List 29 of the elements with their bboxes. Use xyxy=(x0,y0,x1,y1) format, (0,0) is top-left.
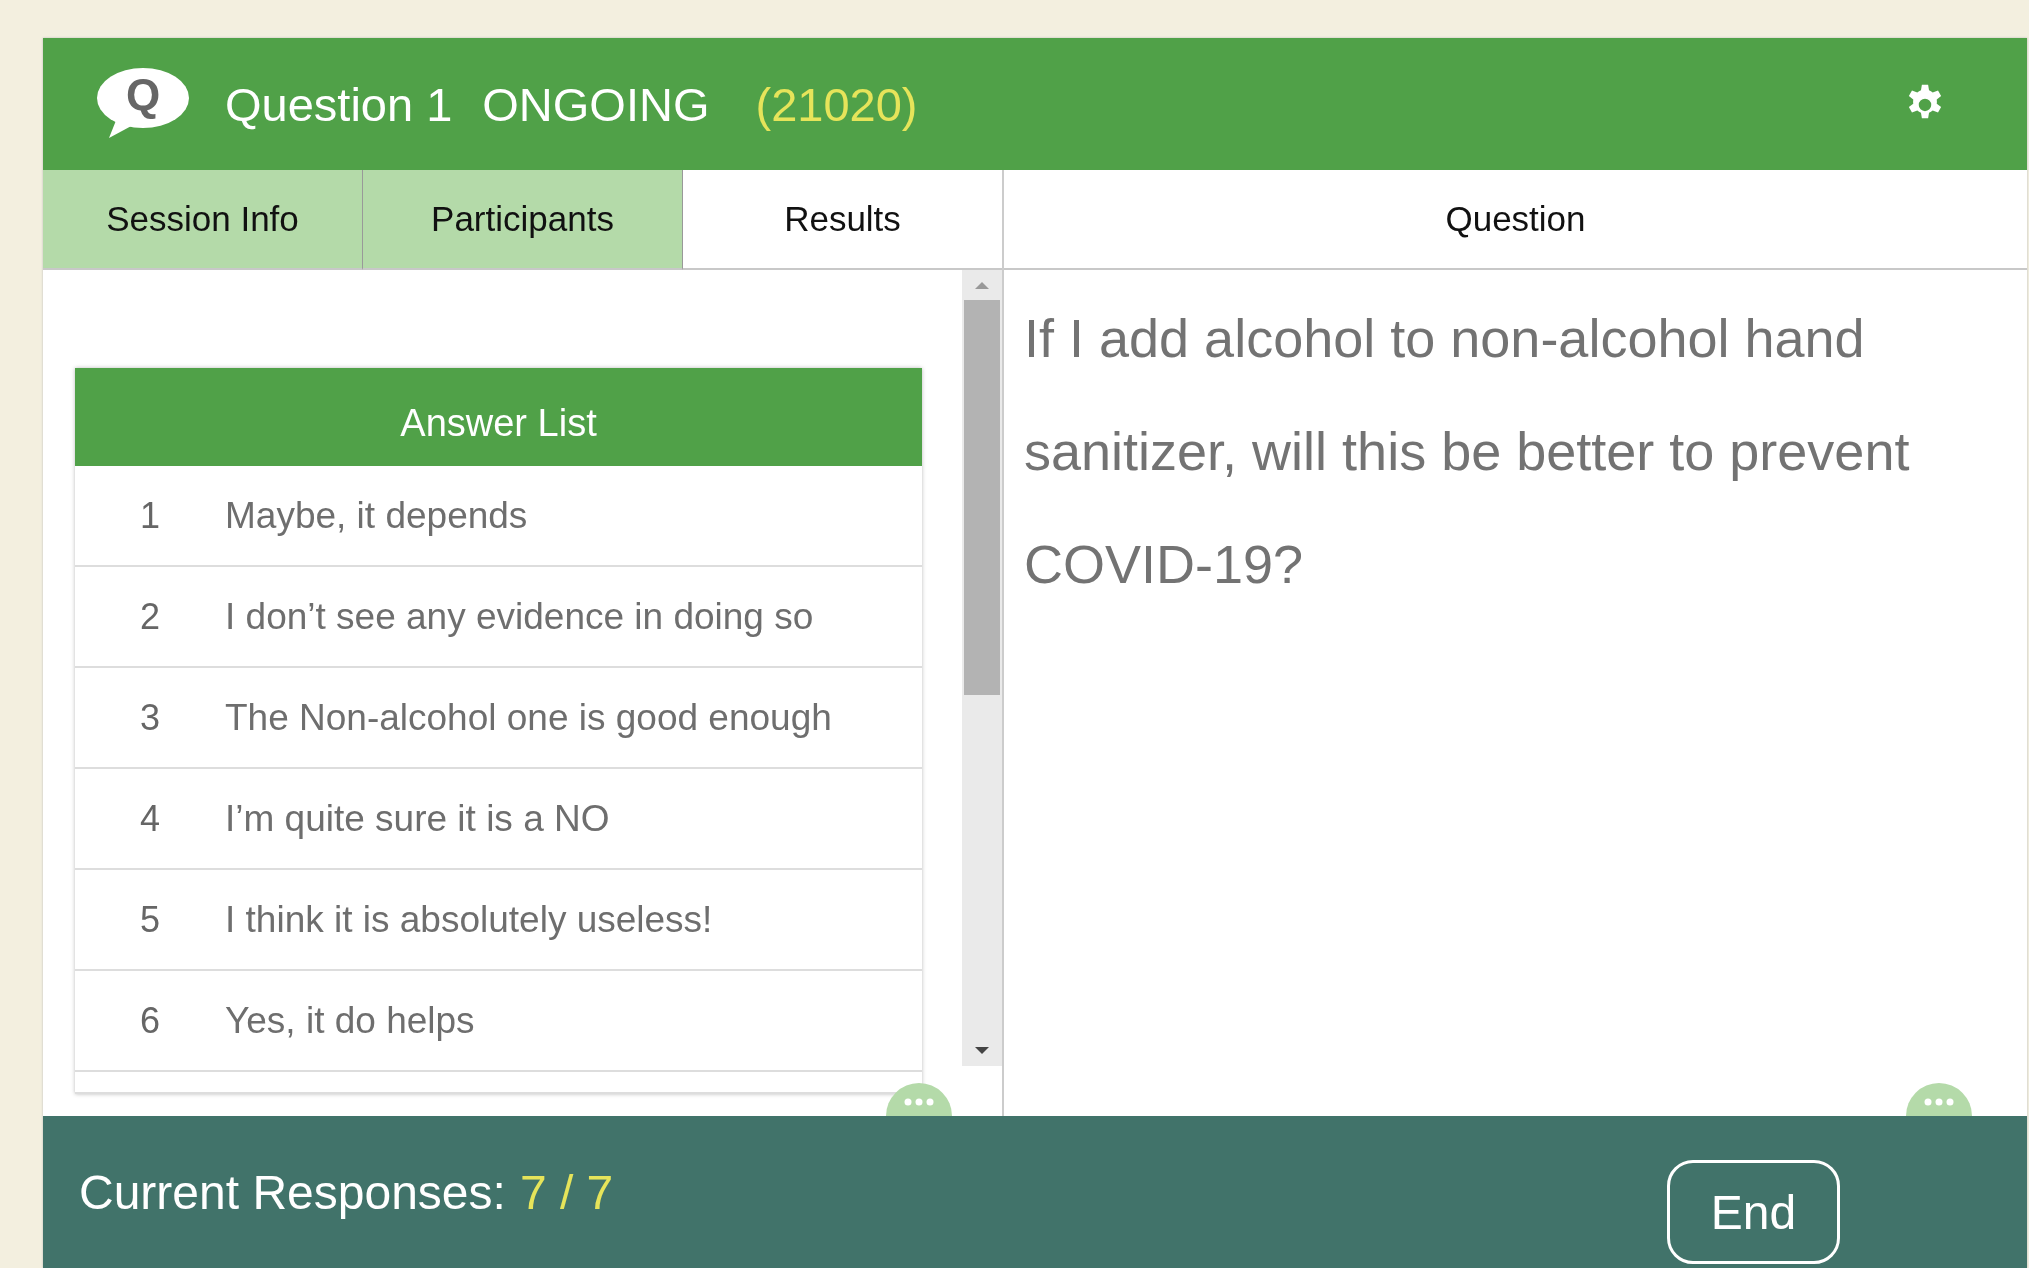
scroll-down-icon[interactable] xyxy=(974,1046,990,1056)
answer-number: 5 xyxy=(139,898,161,941)
question-panel-title: Question xyxy=(1004,170,2027,270)
answer-text: Yes, it do helps xyxy=(225,999,475,1042)
answer-number: 3 xyxy=(139,696,161,739)
more-icon xyxy=(1924,1098,1954,1106)
answer-text: The Non-alcohol one is good enough xyxy=(225,696,832,739)
question-text: If I add alcohol to non-alcohol hand sanitizer, will this be better to prevent COVID-19? xyxy=(1024,307,1911,596)
answer-number: 4 xyxy=(139,797,161,840)
answer-number: 2 xyxy=(139,595,161,638)
responses-label: Current Responses: xyxy=(79,1164,506,1220)
status-label: ONGOING xyxy=(482,76,710,132)
question-title: Question 1 xyxy=(225,76,453,132)
tab[interactable]: Participants xyxy=(363,170,683,270)
tab[interactable]: Session Info xyxy=(43,170,363,270)
scroll-up-icon[interactable] xyxy=(974,280,990,290)
end-button[interactable]: End xyxy=(1667,1160,1840,1264)
answer-text: I think it is absolutely useless! xyxy=(225,898,713,941)
more-icon xyxy=(904,1098,934,1106)
answer-text: I’m quite sure it is a NO xyxy=(225,797,610,840)
answer-number: 1 xyxy=(139,494,161,537)
answer-text: Maybe, it depends xyxy=(225,494,528,537)
session-code: (21020) xyxy=(755,76,918,132)
answer-text: I don’t see any evidence in doing so xyxy=(225,595,814,638)
scrollbar-thumb[interactable] xyxy=(964,300,1000,695)
answer-number: 6 xyxy=(139,999,161,1042)
responses-count: 7 / 7 xyxy=(519,1164,614,1220)
answer-list-title: Answer List xyxy=(75,368,922,466)
scrollbar[interactable] xyxy=(962,270,1002,1066)
